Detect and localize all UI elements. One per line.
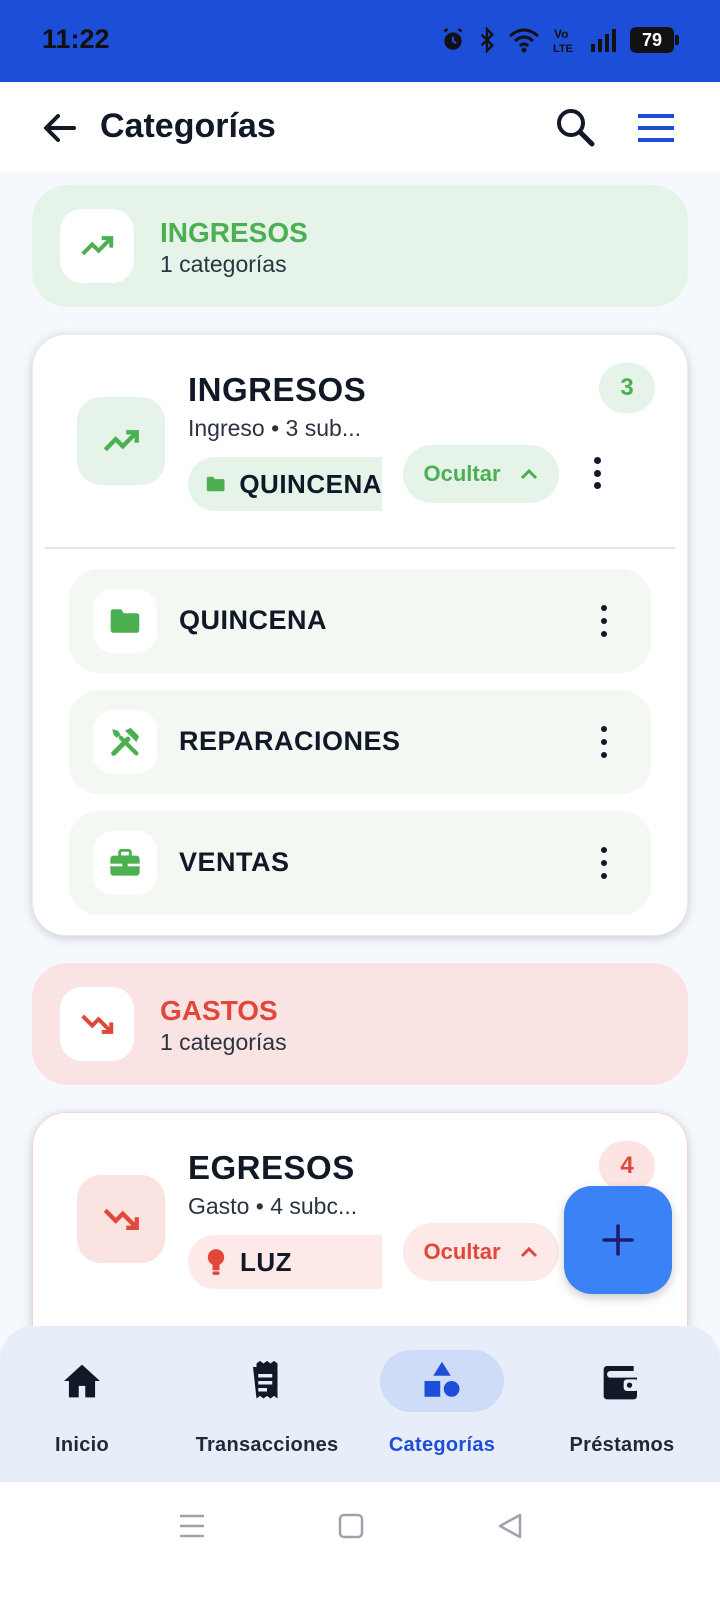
expense-section-count: 1 categorías — [160, 1029, 287, 1055]
briefcase-icon — [93, 831, 157, 895]
folder-icon — [93, 589, 157, 653]
toggle-label: Ocultar — [423, 461, 501, 486]
subcategory-name: QUINCENA — [179, 605, 328, 635]
status-bar: 11:22 Vo LTE 79 — [0, 0, 720, 82]
bottom-navigation: Inicio Transacciones Categorías Préstamo… — [0, 1326, 720, 1482]
home-icon — [20, 1350, 144, 1412]
back-button-icon[interactable] — [496, 1512, 524, 1540]
trending-up-icon — [60, 209, 134, 283]
search-icon[interactable] — [552, 104, 598, 150]
svg-text:Vo: Vo — [554, 27, 568, 41]
subcategory-chip[interactable]: QUINCENA — [188, 457, 382, 511]
income-section-title: INGRESOS — [160, 217, 308, 248]
nav-item-transacciones[interactable]: Transacciones — [190, 1326, 344, 1482]
svg-text:LTE: LTE — [553, 43, 573, 54]
subcategory-name: REPARACIONES — [179, 726, 401, 756]
category-name: EGRESOS — [188, 1149, 355, 1186]
add-category-button[interactable] — [564, 1186, 672, 1294]
plus-icon — [602, 1224, 634, 1256]
menu-icon[interactable] — [636, 110, 676, 146]
subcategory-row[interactable]: REPARACIONES — [69, 690, 651, 794]
chip-label: QUINCENA — [239, 468, 382, 499]
signal-icon — [591, 29, 616, 52]
home-button-icon[interactable] — [338, 1512, 364, 1540]
subcategory-count-badge: 3 — [599, 363, 655, 413]
subcategory-row[interactable]: VENTAS — [69, 811, 651, 915]
wifi-icon — [509, 28, 539, 53]
category-name: INGRESOS — [188, 371, 367, 408]
app-bar: Categorías — [0, 82, 720, 172]
shapes-icon — [380, 1350, 504, 1412]
expense-section-header[interactable]: GASTOS 1 categorías — [32, 963, 688, 1085]
subcategory-count-badge: 4 — [599, 1141, 655, 1191]
more-options-icon[interactable] — [585, 451, 609, 495]
chevron-up-icon — [520, 1246, 537, 1258]
nav-item-prestamos[interactable]: Préstamos — [560, 1326, 684, 1482]
chevron-up-icon — [520, 468, 537, 480]
trending-down-icon — [60, 987, 134, 1061]
toggle-label: Ocultar — [423, 1239, 501, 1264]
page-title: Categorías — [100, 107, 276, 145]
battery-icon: 79 — [630, 27, 679, 53]
bluetooth-icon — [480, 27, 495, 53]
volte-icon: Vo LTE — [553, 27, 573, 54]
hide-toggle-button[interactable]: Ocultar — [403, 445, 559, 503]
category-subtitle: Gasto • 4 subc... — [188, 1193, 358, 1219]
trending-up-icon — [77, 397, 165, 485]
trending-down-icon — [77, 1175, 165, 1263]
income-category-card: INGRESOS Ingreso • 3 sub... QUINCENA Ocu… — [32, 334, 688, 936]
subcategory-row[interactable]: QUINCENA — [69, 569, 651, 673]
expense-section-title: GASTOS — [160, 995, 278, 1026]
recent-apps-icon[interactable] — [178, 1512, 206, 1540]
wallet-icon — [560, 1350, 684, 1412]
subcategory-name: VENTAS — [179, 847, 290, 877]
back-arrow-icon[interactable] — [38, 106, 82, 150]
nav-label: Transacciones — [195, 1434, 339, 1456]
status-icons: Vo LTE 79 — [440, 26, 679, 54]
receipt-icon — [205, 1350, 329, 1412]
nav-item-categorias[interactable]: Categorías — [380, 1326, 504, 1482]
income-section-count: 1 categorías — [160, 251, 287, 277]
tools-icon — [93, 710, 157, 774]
nav-item-inicio[interactable]: Inicio — [20, 1326, 144, 1482]
lightbulb-icon — [207, 1249, 225, 1275]
category-subtitle: Ingreso • 3 sub... — [188, 415, 361, 441]
divider — [45, 547, 675, 549]
more-options-icon[interactable] — [594, 726, 614, 758]
income-section-header[interactable]: INGRESOS 1 categorías — [32, 185, 688, 307]
nav-label: Préstamos — [569, 1434, 675, 1456]
nav-label: Categorías — [388, 1434, 496, 1456]
hide-toggle-button[interactable]: Ocultar — [403, 1223, 559, 1281]
chip-label: LUZ — [240, 1246, 293, 1277]
folder-icon — [206, 476, 225, 492]
nav-label: Inicio — [54, 1434, 110, 1456]
alarm-icon — [443, 28, 463, 50]
subcategory-chip[interactable]: LUZ — [188, 1235, 382, 1289]
system-navigation-bar — [0, 1482, 720, 1604]
more-options-icon[interactable] — [594, 847, 614, 879]
status-time: 11:22 — [42, 24, 110, 54]
more-options-icon[interactable] — [594, 605, 614, 637]
